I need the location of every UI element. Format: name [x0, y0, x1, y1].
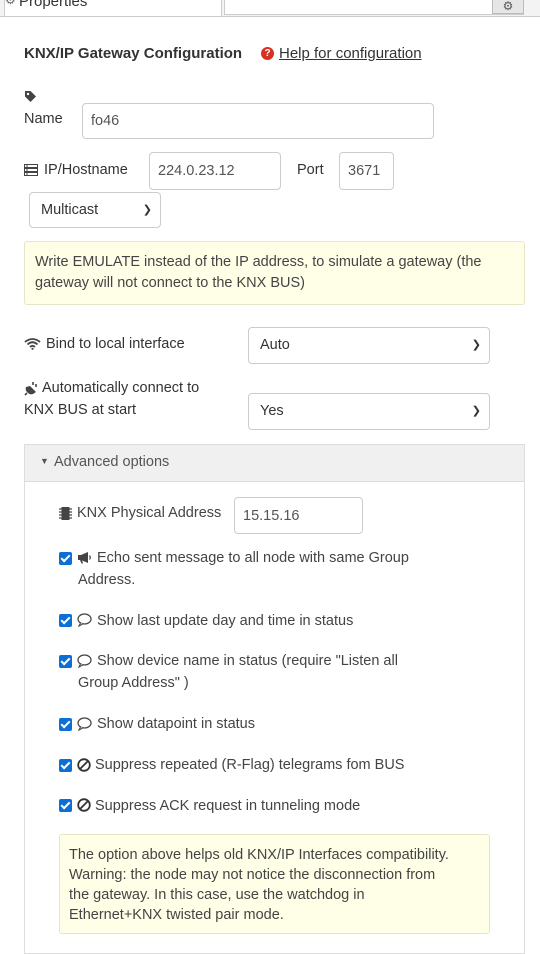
port-input[interactable] [339, 152, 394, 190]
echo-option-line2: Address. [78, 572, 136, 588]
port-label: Port [297, 162, 324, 178]
name-input[interactable] [82, 103, 434, 139]
protocol-select-value: Multicast [41, 202, 99, 218]
echo-option-line1: Echo sent message to all node with same … [97, 550, 409, 566]
protocol-select[interactable]: Multicast ❯ [29, 192, 161, 228]
ban-icon [77, 758, 91, 772]
show-last-update-option: Show last update day and time in status [97, 613, 354, 629]
tab-properties[interactable]: ⚙ Properties [4, 0, 222, 16]
show-device-name-checkbox[interactable] [59, 655, 72, 668]
show-datapoint-option: Show datapoint in status [97, 716, 255, 732]
show-last-update-checkbox[interactable] [59, 614, 72, 627]
echo-checkbox[interactable] [59, 552, 72, 565]
advanced-options-title: Advanced options [54, 454, 170, 470]
settings-button[interactable]: ⚙ [492, 0, 524, 14]
comment-icon [77, 654, 92, 668]
tag-icon [25, 91, 36, 102]
ban-icon [77, 798, 91, 812]
suppress-ack-option: Suppress ACK request in tunneling mode [95, 798, 361, 814]
autoconnect-label-line2: KNX BUS at start [24, 402, 137, 418]
gear-icon: ⚙ [5, 0, 16, 7]
show-device-name-line1: Show device name in status (require "Lis… [97, 653, 398, 669]
compat-note-line4: Ethernet+KNX twisted pair mode. [69, 907, 284, 923]
autoconnect-label-line1: Automatically connect to [42, 380, 200, 396]
suppress-ack-checkbox[interactable] [59, 799, 72, 812]
caret-down-icon: ▼ [40, 456, 49, 466]
wifi-icon [24, 338, 41, 350]
autoconnect-select[interactable]: Yes ❯ [248, 393, 490, 430]
compat-note-line2: Warning: the node may not notice the dis… [69, 867, 436, 883]
server-icon [24, 164, 38, 176]
ip-label: IP/Hostname [44, 162, 128, 178]
question-circle-icon: ? [261, 47, 274, 60]
comment-icon [77, 717, 92, 731]
bind-interface-value: Auto [260, 337, 290, 353]
microchip-icon [59, 507, 72, 520]
autoconnect-value: Yes [260, 403, 284, 419]
name-label: Name [24, 111, 63, 127]
emulate-info-box: Write EMULATE instead of the IP address,… [24, 241, 525, 305]
help-link[interactable]: Help for configuration [279, 45, 422, 62]
chevron-down-icon: ❯ [471, 405, 481, 417]
compat-note-line1: The option above helps old KNX/IP Interf… [69, 847, 449, 863]
bullhorn-icon [78, 552, 91, 564]
suppress-repeated-option: Suppress repeated (R-Flag) telegrams fom… [95, 757, 405, 773]
chevron-down-icon: ❯ [471, 339, 481, 351]
physical-address-label: KNX Physical Address [77, 505, 222, 521]
ip-input[interactable] [149, 152, 281, 190]
comment-icon [77, 613, 92, 627]
page-title: KNX/IP Gateway Configuration [24, 45, 243, 62]
plug-icon [24, 382, 37, 396]
emulate-note-text: Write EMULATE instead of the IP address,… [35, 254, 482, 291]
chevron-down-icon: ❯ [142, 204, 152, 216]
bind-interface-select[interactable]: Auto ❯ [248, 327, 490, 364]
tab-properties-label: Properties [19, 0, 88, 10]
compat-info-box: The option above helps old KNX/IP Interf… [59, 834, 490, 934]
suppress-repeated-checkbox[interactable] [59, 759, 72, 772]
bind-interface-label: Bind to local interface [46, 336, 185, 352]
compat-note-line3: the gateway. In this case, use the watch… [69, 887, 365, 903]
gear-icon: ⚙ [502, 0, 514, 13]
tab-secondary[interactable] [224, 0, 524, 15]
show-device-name-line2: Group Address" ) [78, 675, 189, 691]
show-datapoint-checkbox[interactable] [59, 718, 72, 731]
physical-address-input[interactable] [234, 497, 363, 534]
advanced-options-header[interactable]: ▼ Advanced options [25, 445, 524, 482]
